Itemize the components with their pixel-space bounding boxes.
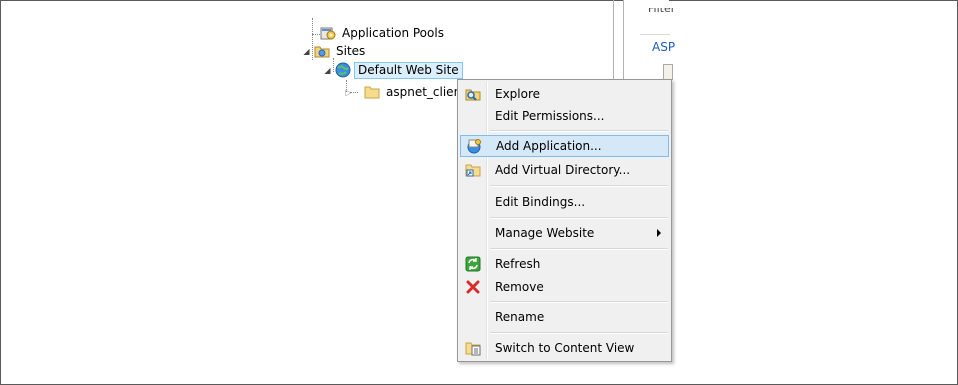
panel-divider-line — [640, 34, 670, 35]
menu-item-edit-bindings[interactable]: Edit Bindings... — [460, 191, 669, 213]
explore-icon — [460, 83, 486, 105]
remove-x-icon — [460, 276, 486, 298]
tree-item-aspnet-client[interactable]: ▷ aspnet_client — [344, 83, 469, 101]
submenu-arrow-icon — [657, 229, 661, 237]
menu-separator — [490, 185, 668, 187]
tree-label: Default Web Site — [354, 61, 463, 79]
menu-separator — [490, 217, 668, 219]
tree-item-application-pools[interactable]: Application Pools — [320, 24, 447, 42]
feature-icon — [663, 64, 673, 80]
expand-arrow-icon[interactable]: ▷ — [344, 88, 353, 97]
menu-item-rename[interactable]: Rename — [460, 306, 669, 328]
refresh-icon — [460, 253, 486, 275]
globe-icon — [335, 62, 351, 78]
tree-label: aspnet_client — [386, 84, 466, 99]
sites-folder-icon — [314, 43, 330, 59]
menu-separator — [490, 130, 668, 132]
feature-item-asp[interactable]: ASP — [652, 40, 675, 54]
context-menu: Explore Edit Permissions... Add Applicat… — [457, 79, 672, 362]
menu-item-explore[interactable]: Explore — [460, 83, 669, 105]
tree-item-default-web-site[interactable]: ◢ Default Web Site — [323, 61, 463, 79]
collapse-arrow-icon[interactable]: ◢ — [323, 66, 332, 75]
folder-icon — [364, 84, 380, 100]
menu-separator — [490, 332, 668, 334]
add-application-icon — [461, 135, 487, 157]
tree-label: Sites — [336, 43, 366, 58]
menu-item-refresh[interactable]: Refresh — [460, 253, 669, 275]
menu-item-switch-to-content-view[interactable]: Switch to Content View — [460, 337, 669, 359]
menu-item-manage-website[interactable]: Manage Website — [460, 222, 669, 244]
tree-connector — [312, 34, 320, 35]
menu-item-edit-permissions[interactable]: Edit Permissions... — [460, 105, 669, 127]
add-virtual-directory-icon — [460, 159, 486, 181]
tree-item-sites[interactable]: ◢ Sites — [302, 42, 368, 60]
application-pools-icon — [320, 25, 336, 41]
tree-label: Application Pools — [342, 25, 444, 40]
content-view-icon — [460, 337, 486, 359]
menu-item-add-virtual-directory[interactable]: Add Virtual Directory... — [460, 159, 669, 181]
menu-separator — [490, 248, 668, 250]
collapse-arrow-icon[interactable]: ◢ — [302, 47, 311, 56]
menu-separator — [490, 301, 668, 303]
menu-item-add-application[interactable]: Add Application... — [460, 135, 669, 157]
menu-item-remove[interactable]: Remove — [460, 276, 669, 298]
